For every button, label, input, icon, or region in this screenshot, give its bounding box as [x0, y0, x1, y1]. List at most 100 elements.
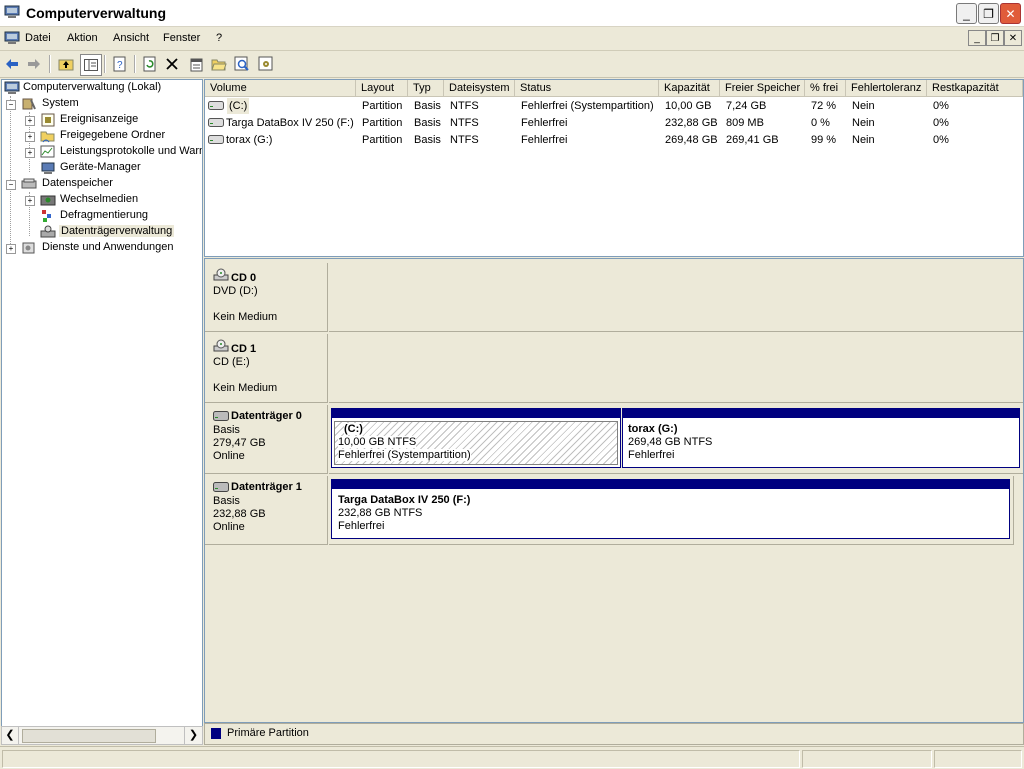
show-hide-tree-icon [84, 59, 98, 71]
disk-size: 279,47 GB [213, 437, 266, 449]
computer-icon [4, 81, 20, 94]
tree-label: Datenträgerverwaltung [59, 225, 175, 237]
volume-status: Fehlerfrei (Systempartition) [338, 449, 471, 461]
status-segment [934, 750, 1022, 768]
expand-icon[interactable]: + [25, 116, 35, 126]
show-hide-tree-button[interactable] [80, 54, 102, 76]
forward-button[interactable] [24, 54, 44, 74]
tree-item-system[interactable]: − System [6, 96, 202, 112]
close-button[interactable]: ✕ [1000, 3, 1021, 24]
menu-ansicht[interactable]: Ansicht [113, 32, 149, 44]
tree-label: Datenspeicher [42, 177, 113, 189]
scroll-right-icon[interactable]: ❯ [184, 727, 202, 744]
mdi-restore-button[interactable]: ❐ [986, 30, 1004, 46]
help-button[interactable]: ? [110, 54, 130, 74]
disk-graphical-view: CD 0 DVD (D:) Kein Medium CD 1 CD (E:) K… [204, 258, 1024, 723]
minimize-button[interactable]: _ [956, 3, 977, 24]
collapse-icon[interactable]: − [6, 100, 16, 110]
expand-icon[interactable]: + [25, 148, 35, 158]
tree-item-leistungsprotokolle[interactable]: + Leistungsprotokolle und Warn [25, 144, 202, 160]
mdi-close-button[interactable]: ✕ [1004, 30, 1022, 46]
tree-item-wechselmedien[interactable]: + Wechselmedien [25, 192, 201, 208]
scroll-left-icon[interactable]: ❮ [2, 727, 19, 744]
column-header-freier-speicher[interactable]: Freier Speicher [720, 80, 805, 97]
disk-name: CD 1 [231, 343, 257, 355]
table-row[interactable]: Targa DataBox IV 250 (F:) Partition Basi… [205, 115, 1023, 131]
disk-label-cd1[interactable]: CD 1 CD (E:) Kein Medium [205, 334, 328, 403]
disk-label-1[interactable]: Datenträger 1 Basis 232,88 GB Online [205, 476, 328, 545]
expand-icon[interactable]: + [25, 196, 35, 206]
tree-item-defragmentierung[interactable]: Defragmentierung [25, 208, 201, 224]
disk-label-0[interactable]: Datenträger 0 Basis 279,47 GB Online [205, 405, 328, 474]
disk-status: Online [213, 521, 245, 533]
column-header-status[interactable]: Status [515, 80, 659, 97]
services-icon [22, 242, 35, 254]
search-button[interactable] [232, 54, 252, 74]
column-header-kapazitaet[interactable]: Kapazität [659, 80, 720, 97]
disk-status: Online [213, 450, 245, 462]
cell-fehlertoleranz: Nein [852, 117, 875, 129]
cell-prozent-frei: 72 % [811, 100, 837, 112]
tree-item-freigegebene-ordner[interactable]: + Freigegebene Ordner [25, 128, 201, 144]
cell-layout: Partition [362, 100, 403, 112]
scroll-thumb[interactable] [22, 729, 156, 743]
menu-help[interactable]: ? [216, 32, 222, 44]
cell-kapazitaet: 10,00 GB [665, 100, 712, 112]
disk-name: Datenträger 0 [231, 410, 302, 422]
settings-icon [258, 56, 273, 71]
disk-label-cd0[interactable]: CD 0 DVD (D:) Kein Medium [205, 263, 328, 332]
column-header-layout[interactable]: Layout [356, 80, 408, 97]
maximize-button[interactable]: ❐ [978, 3, 999, 24]
menu-fenster[interactable]: Fenster [163, 32, 200, 44]
expand-icon[interactable]: + [6, 244, 16, 254]
open-button[interactable] [209, 54, 229, 74]
column-header-restkapazitaet[interactable]: Restkapazität [927, 80, 1023, 97]
collapse-icon[interactable]: − [6, 180, 16, 190]
disk-name: CD 0 [231, 272, 257, 284]
cell-typ: Basis [414, 117, 441, 129]
refresh-button[interactable] [140, 54, 160, 74]
column-header-volume[interactable]: Volume [205, 80, 356, 97]
tree-item-root[interactable]: Computerverwaltung (Lokal) [4, 80, 200, 96]
properties-button[interactable] [186, 54, 206, 74]
cell-layout: Partition [362, 117, 403, 129]
mdi-minimize-button[interactable]: _ [968, 30, 986, 46]
volume-g[interactable]: torax (G:) 269,48 GB NTFS Fehlerfrei [622, 408, 1020, 468]
delete-button[interactable] [162, 54, 182, 74]
tree-item-dienste[interactable]: + Dienste und Anwendungen [6, 240, 202, 256]
cell-prozent-frei: 0 % [811, 117, 830, 129]
tree-item-ereignisanzeige[interactable]: + Ereignisanzeige [25, 112, 201, 128]
volume-f[interactable]: Targa DataBox IV 250 (F:) 232,88 GB NTFS… [331, 479, 1010, 539]
open-icon [211, 59, 227, 71]
tree-item-geraete-manager[interactable]: Geräte-Manager [25, 160, 201, 176]
settings-button[interactable] [256, 54, 276, 74]
volume-list: Volume Layout Typ Dateisystem Status Kap… [204, 79, 1024, 257]
table-row[interactable]: (C:) Partition Basis NTFS Fehlerfrei (Sy… [205, 98, 1023, 114]
cd-drive-icon [213, 268, 229, 281]
column-header-fehlertoleranz[interactable]: Fehlertoleranz [846, 80, 927, 97]
cell-typ: Basis [414, 100, 441, 112]
up-folder-button[interactable] [56, 54, 76, 74]
tree-item-datentraegerverwaltung[interactable]: Datenträgerverwaltung [25, 224, 201, 240]
back-button[interactable] [2, 54, 22, 74]
drive-icon [208, 118, 224, 127]
volume-status: Fehlerfrei [628, 449, 675, 461]
expand-icon[interactable]: + [25, 132, 35, 142]
disk-area-cd1[interactable] [329, 334, 1023, 403]
cell-volume: Targa DataBox IV 250 (F:) [226, 117, 354, 129]
tree-item-datenspeicher[interactable]: − Datenspeicher [6, 176, 202, 192]
volume-size: 10,00 GB NTFS [338, 436, 417, 448]
volume-status: Fehlerfrei [338, 520, 385, 532]
menu-aktion[interactable]: Aktion [67, 32, 98, 44]
column-header-typ[interactable]: Typ [408, 80, 444, 97]
disk-area-cd0[interactable] [329, 263, 1023, 332]
menu-datei[interactable]: Datei [25, 32, 51, 44]
tree-horizontal-scrollbar[interactable]: ❮ ❯ [1, 726, 203, 745]
cell-volume: torax (G:) [226, 134, 273, 146]
disk-type: CD (E:) [213, 356, 250, 368]
volume-name: torax (G:) [628, 423, 678, 435]
column-header-dateisystem[interactable]: Dateisystem [444, 80, 515, 97]
volume-c[interactable]: (C:) 10,00 GB NTFS Fehlerfrei (Systempar… [331, 408, 621, 468]
table-row[interactable]: torax (G:) Partition Basis NTFS Fehlerfr… [205, 132, 1023, 148]
column-header-prozent-frei[interactable]: % frei [805, 80, 846, 97]
